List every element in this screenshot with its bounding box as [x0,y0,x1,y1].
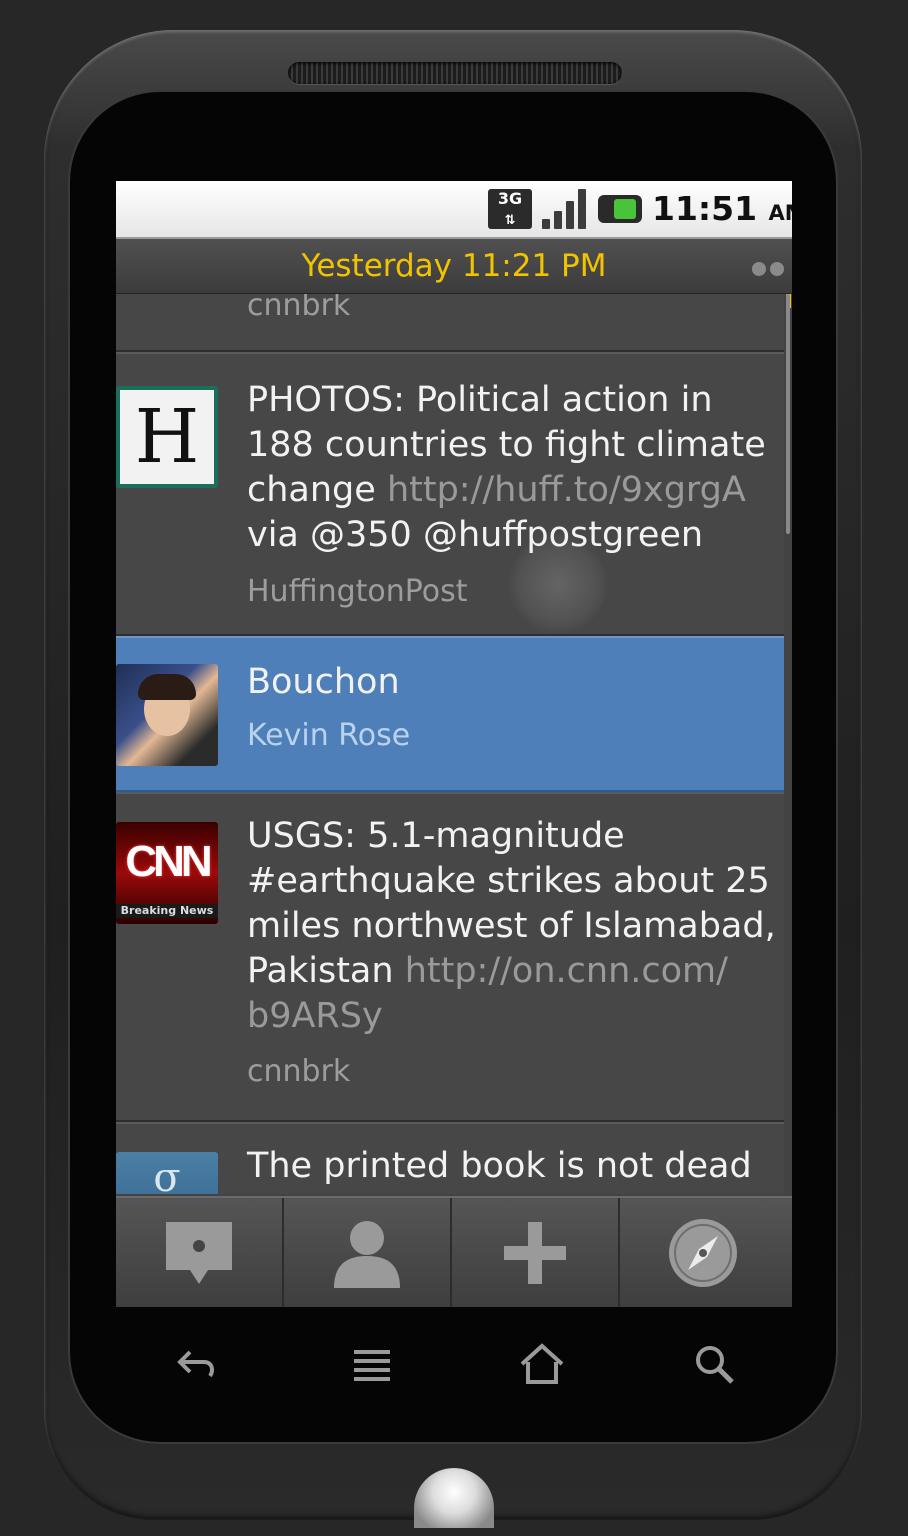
page-indicator-dots [748,261,784,280]
tweet-text: Bouchon [247,662,400,702]
tweet-author: cnnbrk [247,1054,351,1089]
scrollbar[interactable] [786,294,790,534]
tweet-link[interactable]: http://huff.to/9xgrgA [387,470,746,510]
tweet-row-partial[interactable]: σ The printed book is not dead [116,1122,784,1194]
kevin-rose-avatar[interactable] [116,664,218,766]
tweet-author: HuffingtonPost [247,574,468,609]
tab-explore[interactable] [620,1198,788,1307]
home-icon[interactable] [518,1340,566,1388]
tab-profile[interactable] [284,1198,452,1307]
search-icon[interactable] [690,1340,738,1388]
earpiece-speaker [288,62,622,84]
tweet-author: Kevin Rose [247,718,411,753]
status-bar: 3G⇅ 11:51 AM [116,181,792,239]
huffingtonpost-avatar[interactable]: H [116,386,218,488]
battery-icon [598,195,642,223]
network-3g-icon: 3G ⇅ [488,189,532,229]
timeline-timestamp: Yesterday 11:21 PM [301,248,607,284]
menu-icon[interactable] [348,1340,396,1388]
tweet-text: The printed book is not dead [247,1146,752,1186]
tweet-row[interactable]: H PHOTOS: Political action in 188 countr… [116,352,784,636]
add-icon [504,1222,566,1284]
tab-add[interactable] [452,1198,620,1307]
tweet-text: USGS: 5.1-magnitude #earthquake strikes … [247,816,776,1036]
back-icon[interactable] [174,1340,222,1388]
hardware-softkeys [116,1320,792,1410]
tweet-row-partial[interactable]: cnnbrk [116,294,784,352]
cnn-avatar[interactable]: CNN Breaking News [116,822,218,924]
tweet-text: PHOTOS: Political action in 188 countrie… [247,380,766,555]
book-avatar[interactable]: σ [116,1152,218,1194]
tweet-row[interactable]: CNN Breaking News USGS: 5.1-magnitude #e… [116,792,784,1122]
status-clock: 11:51 AM [652,189,792,228]
signal-strength-icon [542,189,588,229]
tweet-feed[interactable]: cnnbrk H PHOTOS: Political action in 188… [116,294,792,1194]
profile-icon [334,1221,400,1288]
tab-messages[interactable] [116,1198,284,1307]
screen: 3G⇅ 11:51 AM Yesterday 11:21 PM cnnbrk H… [116,181,792,1307]
tweet-row-selected[interactable]: Bouchon Kevin Rose [116,636,784,792]
bottom-tab-bar [116,1196,792,1307]
timeline-title-bar: Yesterday 11:21 PM [116,239,792,294]
explore-icon [669,1219,737,1287]
tweet-author: cnnbrk [247,294,351,323]
messages-icon [166,1222,232,1284]
